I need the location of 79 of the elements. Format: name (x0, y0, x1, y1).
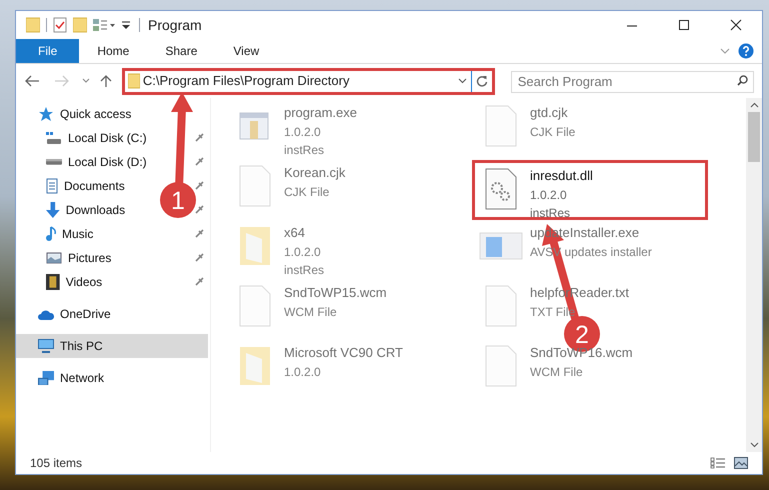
nav-item[interactable]: This PC (16, 334, 208, 358)
details-view-icon[interactable] (710, 457, 726, 469)
file-name[interactable]: program.exe (284, 103, 357, 122)
drive-icon (46, 132, 62, 144)
file-detail: WCM File (530, 364, 583, 380)
nav-item[interactable]: Pictures (16, 246, 156, 270)
ribbon-tab[interactable]: View (215, 39, 278, 63)
scrollbar[interactable] (746, 98, 762, 452)
file-detail: instRes (530, 204, 570, 222)
window-title: Program (148, 16, 202, 35)
nav-item[interactable]: Local Disk (D:) (16, 150, 156, 174)
monitor-icon (38, 339, 54, 353)
file-name[interactable]: Microsoft VC90 CRT (284, 343, 403, 362)
view-menu-icon[interactable] (93, 18, 117, 32)
nav-item[interactable]: Quick access (16, 102, 156, 126)
file-detail: 1.0.2.0 (284, 244, 321, 260)
file-detail: CJK File (530, 124, 576, 140)
address-bar[interactable]: C:\Program Files\Program Directory (122, 68, 495, 94)
properties-icon[interactable] (53, 17, 67, 33)
ribbon-tab[interactable]: Home (79, 39, 148, 63)
file-detail: 1.0.2.0 (530, 186, 567, 204)
nav-item[interactable]: OneDrive (16, 302, 156, 326)
refresh-icon[interactable] (476, 75, 488, 87)
scroll-thumb[interactable] (748, 112, 760, 162)
tiles-view-icon[interactable] (734, 457, 748, 469)
ribbon-tab[interactable]: Share (147, 39, 216, 63)
file-name[interactable]: gtd.cjk (530, 103, 568, 122)
file-name[interactable]: inresdut.dll (530, 166, 593, 186)
file-detail: WCM File (284, 304, 337, 320)
pin-icon[interactable] (194, 157, 204, 167)
item-count: 105 items (30, 455, 82, 472)
nav-item[interactable]: Network (16, 366, 156, 390)
pin-icon[interactable] (194, 229, 204, 239)
folder-icon (128, 73, 140, 89)
picture-icon (46, 252, 62, 264)
nav-item[interactable]: Local Disk (C:) (16, 126, 156, 150)
network-icon (38, 370, 54, 386)
folder-icon (26, 17, 40, 33)
help-icon[interactable] (738, 43, 754, 59)
pin-icon[interactable] (194, 253, 204, 263)
file-name[interactable]: Korean.cjk (284, 163, 346, 182)
back-arrow-icon[interactable] (24, 75, 40, 87)
nav-item[interactable]: Videos (16, 270, 156, 294)
pin-icon[interactable] (194, 205, 204, 215)
nav-item[interactable]: Documents (16, 174, 156, 198)
cloud-icon (38, 308, 54, 320)
pin-icon[interactable] (194, 181, 204, 191)
music-note-icon (46, 226, 56, 242)
pin-icon[interactable] (194, 277, 204, 287)
ribbon-tab[interactable]: File (16, 39, 80, 63)
file-detail: CJK File (284, 184, 330, 200)
pin-icon[interactable] (194, 133, 204, 143)
document-icon (46, 178, 58, 194)
scroll-up-icon[interactable] (750, 102, 758, 108)
file-detail: 1.0.2.0 (284, 364, 321, 380)
file-detail: 1.0.2.0 (284, 124, 321, 140)
file-detail: instRes (284, 142, 324, 158)
scroll-down-icon[interactable] (750, 442, 758, 448)
down-arrow-icon (46, 202, 60, 218)
callout-number: 1 (171, 187, 185, 215)
recent-dropdown-icon[interactable] (82, 78, 90, 84)
up-arrow-icon[interactable] (100, 74, 112, 88)
close-icon[interactable] (730, 19, 742, 31)
file-name[interactable]: SndToWP15.wcm (284, 283, 387, 302)
nav-item[interactable]: Downloads (16, 198, 156, 222)
file-name[interactable]: x64 (284, 223, 305, 242)
callout-badge (160, 182, 196, 218)
customize-toolbar-icon[interactable] (121, 20, 131, 30)
search-field[interactable]: Search Program (510, 70, 754, 92)
film-icon (46, 274, 60, 290)
maximize-icon[interactable] (678, 19, 690, 31)
expand-ribbon-icon[interactable] (720, 48, 730, 54)
address-path: C:\Program Files\Program Directory (142, 72, 350, 90)
drive-icon (46, 159, 62, 165)
star-icon (38, 106, 54, 122)
dropdown-caret-icon[interactable] (458, 78, 467, 84)
file-detail: instRes (284, 262, 324, 278)
nav-item[interactable]: Music (16, 222, 156, 246)
search-icon[interactable] (737, 75, 748, 86)
